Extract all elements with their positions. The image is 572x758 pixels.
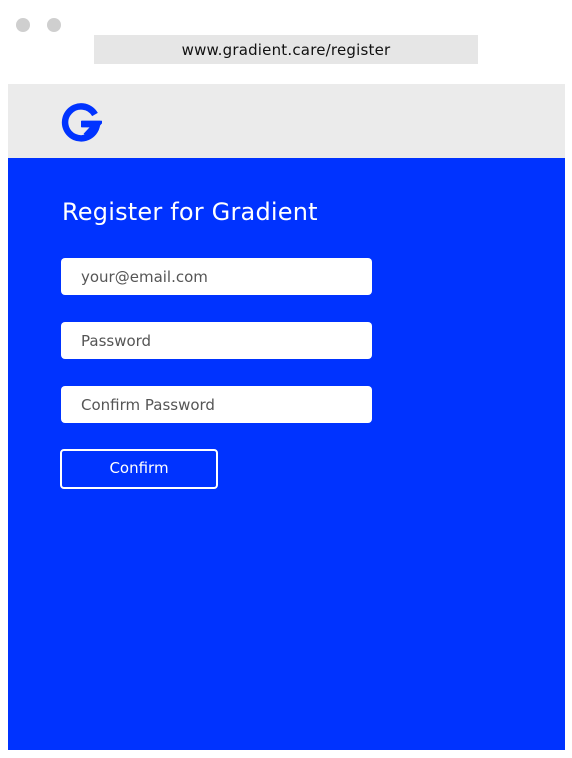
address-bar-url: www.gradient.care/register (181, 40, 391, 59)
password-field[interactable] (61, 322, 372, 359)
gradient-logo-icon[interactable] (60, 103, 102, 145)
site-header (8, 84, 565, 158)
confirm-password-field[interactable] (61, 386, 372, 423)
window-control-dot[interactable] (47, 18, 61, 32)
confirm-button[interactable]: Confirm (60, 449, 218, 489)
register-panel: Register for Gradient Confirm (8, 158, 565, 750)
window-control-dot[interactable] (16, 18, 30, 32)
browser-window: www.gradient.care/register Register for … (0, 0, 572, 758)
address-bar[interactable]: www.gradient.care/register (94, 35, 478, 64)
email-field[interactable] (61, 258, 372, 295)
page-title: Register for Gradient (62, 198, 318, 226)
